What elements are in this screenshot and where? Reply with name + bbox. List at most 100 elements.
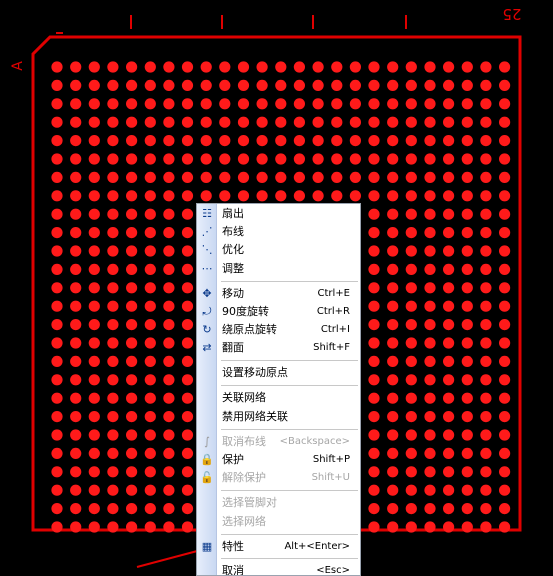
pad[interactable] xyxy=(200,153,212,165)
pad[interactable] xyxy=(88,429,100,441)
pad[interactable] xyxy=(480,466,492,478)
menu-item-6[interactable]: ↻ 绕原点旋转 Ctrl+I xyxy=(197,321,360,339)
pad[interactable] xyxy=(331,98,343,110)
pad[interactable] xyxy=(126,521,138,533)
pad[interactable] xyxy=(126,263,138,275)
pad[interactable] xyxy=(163,135,175,147)
pad[interactable] xyxy=(405,116,417,128)
pad[interactable] xyxy=(163,355,175,367)
pad[interactable] xyxy=(70,171,82,183)
pad[interactable] xyxy=(126,61,138,73)
pad[interactable] xyxy=(349,190,361,202)
pad[interactable] xyxy=(387,135,399,147)
pad[interactable] xyxy=(181,300,194,312)
pad[interactable] xyxy=(387,337,399,349)
pad[interactable] xyxy=(107,411,119,423)
pad[interactable] xyxy=(368,245,380,257)
pad[interactable] xyxy=(181,484,194,496)
pad[interactable] xyxy=(443,429,455,441)
pad[interactable] xyxy=(424,61,436,73)
pad[interactable] xyxy=(51,319,63,331)
pad[interactable] xyxy=(424,447,436,459)
pad[interactable] xyxy=(163,190,175,202)
pad[interactable] xyxy=(237,135,250,147)
pad[interactable] xyxy=(424,355,436,367)
pad[interactable] xyxy=(70,300,82,312)
pad[interactable] xyxy=(70,319,82,331)
pad[interactable] xyxy=(70,116,82,128)
pad[interactable] xyxy=(349,61,361,73)
pad[interactable] xyxy=(70,484,82,496)
pad[interactable] xyxy=(181,319,194,331)
pad[interactable] xyxy=(70,466,82,478)
pad[interactable] xyxy=(144,61,156,73)
pad[interactable] xyxy=(126,245,138,257)
pad[interactable] xyxy=(237,153,250,165)
pad[interactable] xyxy=(181,374,194,386)
pad[interactable] xyxy=(51,411,63,423)
pad[interactable] xyxy=(163,319,175,331)
pad[interactable] xyxy=(126,153,138,165)
pad[interactable] xyxy=(480,98,492,110)
pad[interactable] xyxy=(480,245,492,257)
pad[interactable] xyxy=(405,484,417,496)
pad[interactable] xyxy=(51,337,63,349)
pad[interactable] xyxy=(293,116,305,128)
pad[interactable] xyxy=(443,61,455,73)
pad[interactable] xyxy=(424,98,436,110)
pad[interactable] xyxy=(331,135,343,147)
pad[interactable] xyxy=(368,263,380,275)
pad[interactable] xyxy=(70,98,82,110)
pad[interactable] xyxy=(126,79,138,91)
pad[interactable] xyxy=(499,429,511,441)
pad[interactable] xyxy=(405,319,417,331)
pad[interactable] xyxy=(480,171,492,183)
pad[interactable] xyxy=(144,447,156,459)
pad[interactable] xyxy=(51,263,63,275)
pad[interactable] xyxy=(480,374,492,386)
pad[interactable] xyxy=(88,208,100,220)
pad[interactable] xyxy=(424,466,436,478)
pad[interactable] xyxy=(144,171,156,183)
pad[interactable] xyxy=(405,337,417,349)
pad[interactable] xyxy=(275,135,287,147)
pad[interactable] xyxy=(293,190,305,202)
pad[interactable] xyxy=(443,227,455,239)
pad[interactable] xyxy=(499,447,511,459)
pad[interactable] xyxy=(424,392,436,404)
pad[interactable] xyxy=(51,447,63,459)
pad[interactable] xyxy=(88,263,100,275)
pad[interactable] xyxy=(163,61,175,73)
pad[interactable] xyxy=(275,153,287,165)
pad[interactable] xyxy=(368,337,380,349)
pad[interactable] xyxy=(200,190,212,202)
pad[interactable] xyxy=(405,171,417,183)
pad[interactable] xyxy=(70,190,82,202)
pad[interactable] xyxy=(331,153,343,165)
pad[interactable] xyxy=(181,392,194,404)
pad[interactable] xyxy=(126,135,138,147)
pad[interactable] xyxy=(405,245,417,257)
pad[interactable] xyxy=(70,411,82,423)
pad[interactable] xyxy=(107,245,119,257)
pad[interactable] xyxy=(163,429,175,441)
pad[interactable] xyxy=(480,300,492,312)
pad[interactable] xyxy=(480,503,492,515)
pad[interactable] xyxy=(480,392,492,404)
pad[interactable] xyxy=(424,503,436,515)
pad[interactable] xyxy=(70,374,82,386)
pad[interactable] xyxy=(443,79,455,91)
pad[interactable] xyxy=(387,153,399,165)
pad[interactable] xyxy=(461,190,473,202)
pad[interactable] xyxy=(163,282,175,294)
pad[interactable] xyxy=(387,61,399,73)
pad[interactable] xyxy=(181,355,194,367)
pad[interactable] xyxy=(293,79,305,91)
pad[interactable] xyxy=(88,98,100,110)
pad[interactable] xyxy=(331,190,343,202)
pad[interactable] xyxy=(424,208,436,220)
pad[interactable] xyxy=(424,411,436,423)
pad[interactable] xyxy=(461,429,473,441)
pad[interactable] xyxy=(256,135,268,147)
pad[interactable] xyxy=(443,466,455,478)
